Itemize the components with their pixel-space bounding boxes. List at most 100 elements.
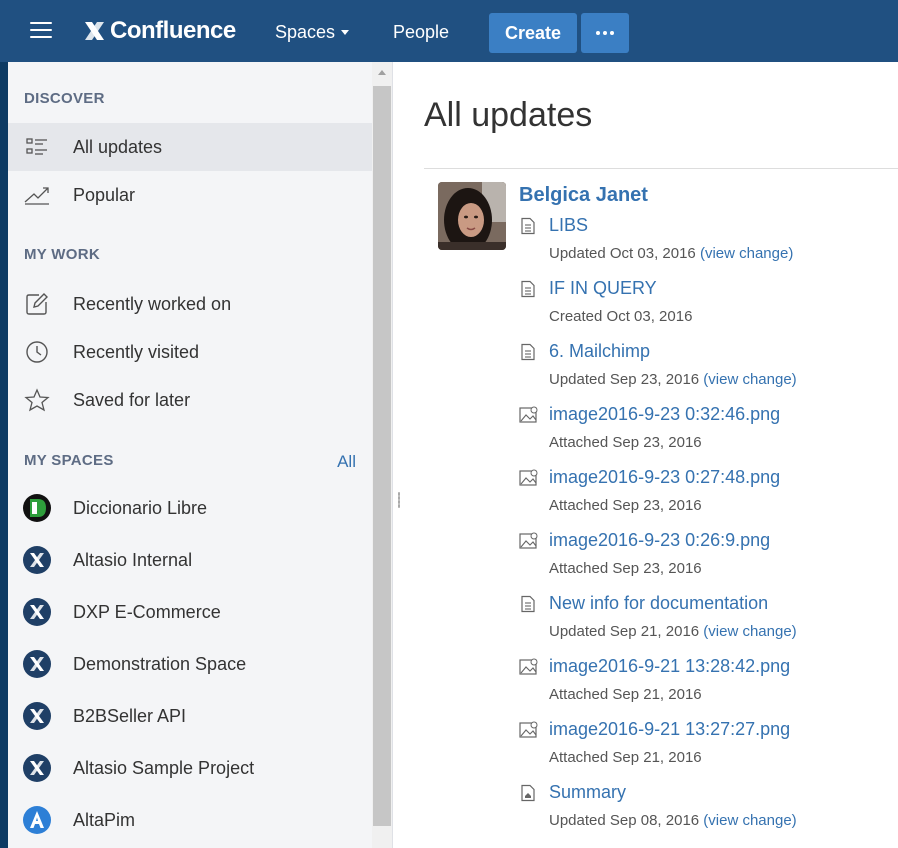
sidebar-item-label: All updates — [73, 136, 163, 157]
altasio-space-icon — [22, 701, 52, 731]
update-title-link[interactable]: 6. Mailchimp — [549, 341, 650, 362]
update-meta: Updated Sep 21, 2016 (view change) — [549, 623, 797, 640]
image-icon — [519, 658, 538, 676]
update-meta: Attached Sep 21, 2016 — [549, 749, 702, 766]
update-action: Attached Sep 21, 2016 — [549, 749, 702, 766]
view-change-link[interactable]: (view change) — [703, 812, 796, 829]
update-title-link[interactable]: image2016-9-23 0:32:46.png — [549, 404, 780, 425]
update-title-link[interactable]: image2016-9-23 0:27:48.png — [549, 467, 780, 488]
update-action: Updated Sep 23, 2016 — [549, 371, 700, 388]
sidebar-item-label: DXP E-Commerce — [73, 601, 221, 622]
sidebar-space-diccionario-libre[interactable]: Diccionario Libre — [8, 484, 372, 532]
sidebar-space-altasio-internal[interactable]: Altasio Internal — [8, 536, 372, 584]
section-my-spaces: MY SPACES — [24, 452, 114, 469]
update-action: Updated Sep 21, 2016 — [549, 623, 700, 640]
sidebar-item-label: Saved for later — [73, 389, 191, 410]
update-action: Attached Sep 23, 2016 — [549, 497, 702, 514]
update-action: Updated Sep 08, 2016 — [549, 812, 700, 829]
people-link[interactable]: People — [393, 22, 449, 43]
update-title-link[interactable]: New info for documentation — [549, 593, 768, 614]
sidebar-space-b2bseller-api[interactable]: B2BSeller API — [8, 692, 372, 740]
sidebar-item-label: AltaPim — [73, 809, 136, 830]
spaces-menu[interactable]: Spaces — [275, 22, 350, 43]
page-icon — [519, 280, 537, 298]
section-my-work: MY WORK — [24, 246, 100, 263]
update-title-link[interactable]: image2016-9-21 13:27:27.png — [549, 719, 790, 740]
sidebar-item-saved-for-later[interactable]: Saved for later — [8, 376, 372, 424]
image-icon — [519, 721, 538, 739]
confluence-x-icon — [85, 22, 104, 40]
sidebar-item-label: Diccionario Libre — [73, 497, 208, 518]
update-action: Updated Oct 03, 2016 — [549, 245, 696, 262]
altasio-space-icon — [22, 753, 52, 783]
ellipsis-icon — [596, 31, 600, 35]
sidebar: DISCOVER All updates Popular MY WORK Rec… — [8, 62, 372, 848]
sidebar-space-altasio-sample[interactable]: Altasio Sample Project — [8, 744, 372, 792]
sidebar-scrollbar[interactable] — [372, 62, 392, 848]
update-meta: Attached Sep 23, 2016 — [549, 560, 702, 577]
update-title-link[interactable]: IF IN QUERY — [549, 278, 657, 299]
update-action: Attached Sep 21, 2016 — [549, 686, 702, 703]
view-change-link[interactable]: (view change) — [703, 623, 796, 640]
update-meta: Attached Sep 23, 2016 — [549, 434, 702, 451]
top-nav: Confluence Spaces People Create — [0, 0, 898, 62]
create-button[interactable]: Create — [489, 13, 577, 53]
image-icon — [519, 532, 538, 550]
view-change-link[interactable]: (view change) — [703, 371, 796, 388]
view-change-link[interactable]: (view change) — [700, 245, 793, 262]
section-discover: DISCOVER — [24, 90, 105, 107]
image-icon — [519, 406, 538, 424]
sidebar-item-label: Popular — [73, 184, 136, 205]
update-title-link[interactable]: LIBS — [549, 215, 588, 236]
update-action: Created Oct 03, 2016 — [549, 308, 693, 325]
diccionario-space-icon — [22, 493, 52, 523]
frame-edge — [0, 62, 8, 848]
scroll-up-arrow-icon[interactable] — [378, 70, 386, 75]
sidebar-item-recently-visited[interactable]: Recently visited — [8, 328, 372, 376]
main-content: All updates Belgica Janet LIBS Updated Oc… — [404, 62, 898, 848]
update-action: Attached Sep 23, 2016 — [549, 434, 702, 451]
logo-text: Confluence — [110, 17, 236, 44]
spaces-label: Spaces — [275, 22, 336, 42]
star-icon — [22, 385, 52, 415]
all-spaces-link[interactable]: All — [337, 452, 356, 472]
update-meta: Updated Sep 23, 2016 (view change) — [549, 371, 797, 388]
altasio-space-icon — [22, 649, 52, 679]
sidebar-item-label: Altasio Sample Project — [73, 757, 255, 778]
altasio-space-icon — [22, 597, 52, 627]
sidebar-item-recently-worked[interactable]: Recently worked on — [8, 280, 372, 328]
grip-icon — [398, 492, 400, 508]
page-icon — [519, 217, 537, 235]
update-title-link[interactable]: image2016-9-21 13:28:42.png — [549, 656, 790, 677]
trend-icon — [22, 180, 52, 210]
sidebar-item-popular[interactable]: Popular — [8, 171, 372, 219]
edit-icon — [22, 289, 52, 319]
sidebar-item-all-updates[interactable]: All updates — [8, 123, 372, 171]
more-button[interactable] — [581, 13, 629, 53]
update-meta: Created Oct 03, 2016 — [549, 308, 692, 325]
altasio-space-icon — [22, 545, 52, 575]
scrollbar-thumb[interactable] — [373, 86, 391, 826]
image-icon — [519, 469, 538, 487]
confluence-logo[interactable]: Confluence — [82, 15, 236, 47]
sidebar-item-label: B2BSeller API — [73, 705, 187, 726]
sidebar-item-label: Recently worked on — [73, 293, 232, 314]
sidebar-item-label: Demonstration Space — [73, 653, 247, 674]
sidebar-space-altapim[interactable]: AltaPim — [8, 796, 372, 844]
avatar[interactable] — [438, 182, 506, 250]
author-name[interactable]: Belgica Janet — [519, 184, 648, 207]
update-title-link[interactable]: image2016-9-23 0:26:9.png — [549, 530, 770, 551]
update-meta: Updated Oct 03, 2016 (view change) — [549, 245, 793, 262]
sidebar-space-dxp-ecommerce[interactable]: DXP E-Commerce — [8, 588, 372, 636]
update-meta: Attached Sep 21, 2016 — [549, 686, 702, 703]
clock-icon — [22, 337, 52, 367]
sidebar-resize-handle[interactable] — [392, 62, 404, 848]
update-action: Attached Sep 23, 2016 — [549, 560, 702, 577]
update-title-link[interactable]: Summary — [549, 782, 626, 803]
sidebar-space-demonstration[interactable]: Demonstration Space — [8, 640, 372, 688]
title-divider — [424, 168, 898, 169]
chevron-down-icon — [341, 30, 350, 35]
update-meta: Attached Sep 23, 2016 — [549, 497, 702, 514]
sidebar-item-label: Altasio Internal — [73, 549, 193, 570]
menu-icon[interactable] — [30, 22, 52, 40]
